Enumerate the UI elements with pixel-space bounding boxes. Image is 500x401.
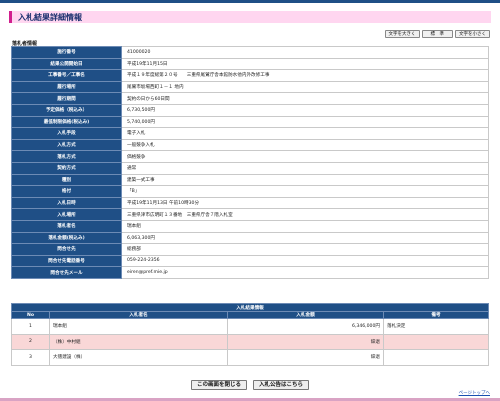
result-row: 2 （株）中村組 辞退 [11,333,489,350]
info-label: 履行場所 [11,80,122,94]
result-no: 2 [11,333,50,350]
info-value: 契約の日から60日間 [121,92,489,105]
info-row: 工事番号／工事名 平成１９年度総第２０号 三重県尾鷲庁舎本館防水他内外改修工事 [11,69,489,82]
info-row: 入札手段 電子入札 [11,127,489,140]
info-label: 工事番号／工事名 [11,69,122,82]
info-value: 三重県津市広明町１３番地 三重県庁舎７階入札室 [121,208,489,221]
info-row: 落札者名 瑞本組 [11,219,489,233]
info-value: 「B」 [121,185,489,198]
info-row: 予定価格（税込み） 6,730,500円 [11,103,489,117]
info-label: 結果公開開始日 [11,57,122,71]
info-row: 問合せ先電話番号 059-224-2356 [11,254,489,268]
info-label: 予定価格（税込み） [11,103,122,117]
result-bidder: （株）中村組 [49,333,228,350]
info-row: 履行期間 契約の日から60日間 [11,92,489,105]
info-value: eiren@pref.mie.jp [121,266,489,279]
info-label: 種別 [11,173,122,187]
info-value: 一般競争入札 [121,138,489,152]
info-value: 通常 [121,161,489,175]
info-value: 平成19年11月13日 午前10時30分 [121,196,489,210]
close-window-button[interactable]: この画面を閉じる [190,380,247,390]
info-value: 建築一式工事 [121,173,489,187]
result-bidder: 大徳建設（株） [49,349,228,366]
info-label: 入札場所 [11,208,122,221]
result-note: 落札決定 [383,318,489,335]
result-note [383,333,489,350]
page-top-link[interactable]: ページトップへ [459,390,490,396]
info-value: 電子入札 [121,127,489,140]
info-label: 契約方式 [11,161,122,175]
result-amount: 辞退 [227,333,384,350]
col-header-note: 備考 [383,311,489,319]
info-row: 入札方式 一般競争入札 [11,138,489,152]
info-row: 格付 「B」 [11,185,489,198]
info-row: 問合せ先 総務部 [11,243,489,256]
font-standard-button[interactable]: 標 準 [421,30,453,38]
font-size-controls: 文字を大きく 標 準 文字を小さく [384,30,490,38]
info-value: 尾鷲市坂場西町１－１ 地内 [121,80,489,94]
info-label: 入札方式 [11,138,122,152]
info-label: 問合せ先メール [11,266,122,279]
font-smaller-button[interactable]: 文字を小さく [455,30,490,38]
info-label: 履行期間 [11,92,122,105]
info-row: 落札金額(税込み) 6,063,300円 [11,231,489,245]
info-label: 施行番号 [11,46,122,59]
action-buttons: この画面を閉じる 入札公告はこちら [0,380,500,390]
winner-info-table: 施行番号 41000020 結果公開開始日 平成19年11月15日 工事番号／工事名… [11,46,489,279]
info-row: 契約方式 通常 [11,161,489,175]
result-no: 3 [11,349,50,366]
info-value: 6,063,300円 [121,231,489,245]
top-stripe [0,0,500,3]
info-value: 平成19年11月15日 [121,57,489,71]
page-title-bar: 入札結果詳細情報 [9,11,491,23]
col-header-no: No [11,311,50,319]
result-row: 3 大徳建設（株） 辞退 [11,349,489,366]
info-value: 059-224-2356 [121,254,489,268]
info-row: 落札方式 価格競争 [11,150,489,163]
info-row: 種別 建築一式工事 [11,173,489,187]
info-label: 入札日時 [11,196,122,210]
result-row: 1 瑞本組 6,346,000円 落札決定 [11,318,489,335]
result-no: 1 [11,318,50,335]
info-value: 価格競争 [121,150,489,163]
info-value: 41000020 [121,46,489,59]
info-value: 5,740,000円 [121,115,489,129]
info-label: 問合せ先 [11,243,122,256]
results-caption: 入札結果情報 [11,303,489,312]
page-title: 入札結果詳細情報 [18,13,82,22]
info-row: 履行場所 尾鷲市坂場西町１－１ 地内 [11,80,489,94]
bid-notice-button[interactable]: 入札公告はこちら [253,380,310,390]
col-header-amount: 入札金額 [227,311,384,319]
info-value: 6,730,500円 [121,103,489,117]
col-header-name: 入札者名 [49,311,228,319]
font-larger-button[interactable]: 文字を大きく [384,30,420,38]
info-label: 入札手段 [11,127,122,140]
info-row: 結果公開開始日 平成19年11月15日 [11,57,489,71]
result-amount: 6,346,000円 [227,318,384,335]
info-label: 落札方式 [11,150,122,163]
info-row: 最低制限価格(税込み) 5,740,000円 [11,115,489,129]
bid-results-table: 入札結果情報 No 入札者名 入札金額 備考 1 瑞本組 6,346,000円 … [11,303,489,366]
info-value: 瑞本組 [121,219,489,233]
info-row: 問合せ先メール eiren@pref.mie.jp [11,266,489,279]
result-note [383,349,489,366]
result-bidder: 瑞本組 [49,318,228,335]
info-label: 格付 [11,185,122,198]
info-label: 落札金額(税込み) [11,231,122,245]
info-value: 平成１９年度総第２０号 三重県尾鷲庁舎本館防水他内外改修工事 [121,69,489,82]
info-label: 問合せ先電話番号 [11,254,122,268]
info-label: 落札者名 [11,219,122,233]
info-row: 入札日時 平成19年11月13日 午前10時30分 [11,196,489,210]
info-row: 施行番号 41000020 [11,46,489,59]
info-row: 入札場所 三重県津市広明町１３番地 三重県庁舎７階入札室 [11,208,489,221]
result-amount: 辞退 [227,349,384,366]
info-label: 最低制限価格(税込み) [11,115,122,129]
info-value: 総務部 [121,243,489,256]
